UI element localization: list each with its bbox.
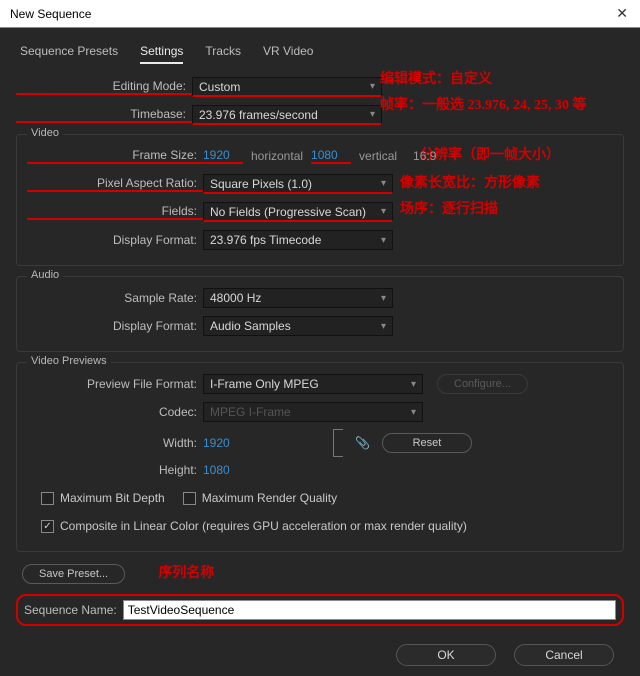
preview-width-input[interactable]: 1920 <box>203 436 243 450</box>
sample-rate-value: 48000 Hz <box>210 291 261 305</box>
timebase-label: Timebase: <box>16 107 192 123</box>
link-dimensions-icon[interactable] <box>333 429 343 457</box>
tab-settings[interactable]: Settings <box>140 44 183 64</box>
video-previews-title: Video Previews <box>27 355 111 367</box>
audio-display-format-value: Audio Samples <box>210 319 291 333</box>
fields-select[interactable]: No Fields (Progressive Scan) ▾ <box>203 202 393 222</box>
video-display-format-value: 23.976 fps Timecode <box>210 233 321 247</box>
horizontal-label: horizontal <box>251 149 303 163</box>
par-select[interactable]: Square Pixels (1.0) ▾ <box>203 174 393 194</box>
preview-height-label: Height: <box>27 463 203 477</box>
timebase-value: 23.976 frames/second <box>199 108 318 122</box>
reset-button[interactable]: Reset <box>382 433 472 453</box>
tab-sequence-presets[interactable]: Sequence Presets <box>20 44 118 64</box>
chevron-down-icon: ▾ <box>370 109 375 120</box>
codec-select: MPEG I-Frame ▾ <box>203 402 423 422</box>
editing-mode-select[interactable]: Custom ▾ <box>192 77 382 97</box>
preview-width-label: Width: <box>27 436 203 450</box>
window-title: New Sequence <box>10 7 91 21</box>
ok-button[interactable]: OK <box>396 644 496 666</box>
sample-rate-label: Sample Rate: <box>27 291 203 305</box>
audio-group-title: Audio <box>27 269 63 281</box>
editing-mode-label: Editing Mode: <box>16 79 192 95</box>
linear-color-checkbox[interactable] <box>41 520 54 533</box>
chevron-down-icon: ▾ <box>381 293 386 304</box>
video-display-format-label: Display Format: <box>27 233 203 247</box>
sequence-name-input[interactable] <box>123 600 616 620</box>
codec-value: MPEG I-Frame <box>210 405 291 419</box>
aspect-ratio-text: 16:9 <box>413 149 436 163</box>
par-label: Pixel Aspect Ratio: <box>27 176 203 192</box>
max-bit-depth-label: Maximum Bit Depth <box>60 491 165 505</box>
video-group: Video Frame Size: 1920 horizontal 1080 v… <box>16 134 624 266</box>
anno-seqname: 序列名称 <box>158 562 214 582</box>
timebase-select[interactable]: 23.976 frames/second ▾ <box>192 105 382 125</box>
max-render-quality-label: Maximum Render Quality <box>202 491 337 505</box>
cancel-button[interactable]: Cancel <box>514 644 614 666</box>
frame-height-input[interactable]: 1080 <box>311 148 351 164</box>
chevron-down-icon: ▾ <box>381 178 386 189</box>
preview-height-input[interactable]: 1080 <box>203 463 243 477</box>
close-icon[interactable]: ✕ <box>610 5 634 22</box>
editing-mode-value: Custom <box>199 80 240 94</box>
preview-format-label: Preview File Format: <box>27 377 203 391</box>
linear-color-label: Composite in Linear Color (requires GPU … <box>60 519 467 533</box>
frame-width-input[interactable]: 1920 <box>203 148 243 164</box>
video-display-format-select[interactable]: 23.976 fps Timecode ▾ <box>203 230 393 250</box>
max-render-quality-checkbox[interactable] <box>183 492 196 505</box>
configure-button: Configure... <box>437 374 528 394</box>
chevron-down-icon: ▾ <box>381 321 386 332</box>
anno-editing-mode: 编辑模式：自定义 <box>380 68 492 88</box>
preview-format-value: I-Frame Only MPEG <box>210 377 319 391</box>
audio-display-format-select[interactable]: Audio Samples ▾ <box>203 316 393 336</box>
sample-rate-select[interactable]: 48000 Hz ▾ <box>203 288 393 308</box>
fields-label: Fields: <box>27 204 203 220</box>
tab-bar: Sequence Presets Settings Tracks VR Vide… <box>16 38 624 66</box>
sequence-name-label: Sequence Name: <box>24 603 117 617</box>
video-group-title: Video <box>27 127 63 139</box>
audio-display-format-label: Display Format: <box>27 319 203 333</box>
vertical-label: vertical <box>359 149 397 163</box>
frame-size-label: Frame Size: <box>27 148 203 164</box>
chevron-down-icon: ▾ <box>381 235 386 246</box>
audio-group: Audio Sample Rate: 48000 Hz ▾ Display Fo… <box>16 276 624 352</box>
video-previews-group: Video Previews Preview File Format: I-Fr… <box>16 362 624 552</box>
tab-vr-video[interactable]: VR Video <box>263 44 313 64</box>
chevron-down-icon: ▾ <box>381 206 386 217</box>
max-bit-depth-checkbox[interactable] <box>41 492 54 505</box>
preview-format-select[interactable]: I-Frame Only MPEG ▾ <box>203 374 423 394</box>
codec-label: Codec: <box>27 405 203 419</box>
chevron-down-icon: ▾ <box>411 379 416 390</box>
anno-timebase: 帧率：一般选 23.976, 24, 25, 30 等 <box>380 94 587 114</box>
save-preset-button[interactable]: Save Preset... <box>22 564 125 584</box>
attachment-icon: 📎 <box>355 436 370 450</box>
fields-value: No Fields (Progressive Scan) <box>210 205 366 219</box>
chevron-down-icon: ▾ <box>411 407 416 418</box>
chevron-down-icon: ▾ <box>370 81 375 92</box>
tab-tracks[interactable]: Tracks <box>205 44 241 64</box>
par-value: Square Pixels (1.0) <box>210 177 312 191</box>
